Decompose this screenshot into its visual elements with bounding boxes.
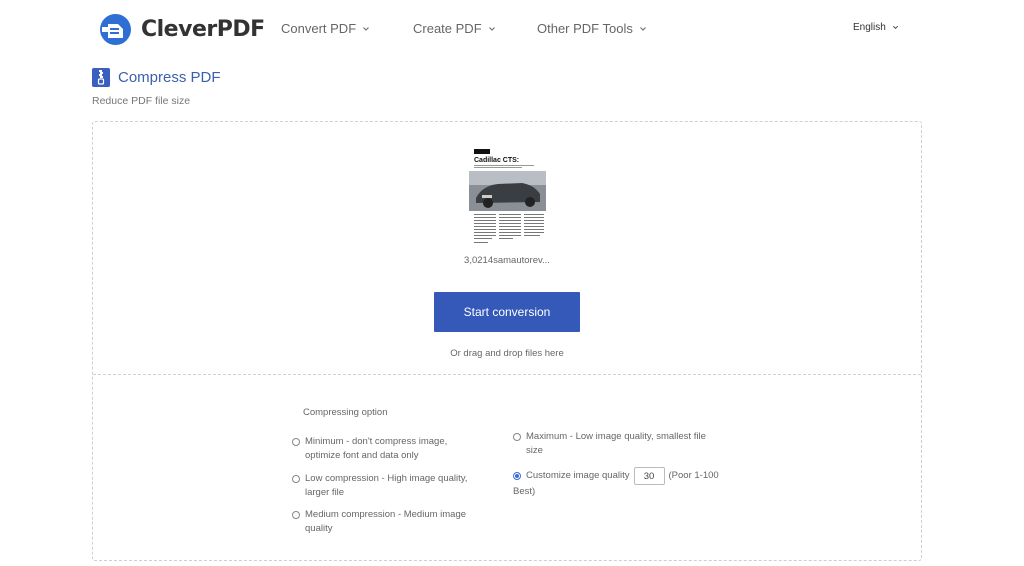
nav-label: Other PDF Tools bbox=[537, 21, 633, 36]
radio-low[interactable] bbox=[292, 475, 300, 483]
option-low[interactable]: Low compression - High image quality, la… bbox=[292, 472, 474, 500]
upload-dropzone[interactable]: Cadillac CTS: 3,0214samautorev... Start … bbox=[92, 121, 922, 561]
chevron-down-icon bbox=[639, 26, 646, 31]
file-name: 3,0214samautorev... bbox=[464, 255, 550, 266]
option-minimum-label: Minimum - don't compress image, optimize… bbox=[305, 436, 448, 461]
compress-zip-icon bbox=[92, 68, 110, 87]
option-low-label: Low compression - High image quality, la… bbox=[305, 473, 468, 498]
option-custom[interactable]: Customize image quality (Poor 1-100 Best… bbox=[513, 467, 738, 499]
nav-create-pdf[interactable]: Create PDF bbox=[413, 21, 496, 36]
start-conversion-button[interactable]: Start conversion bbox=[434, 292, 580, 332]
option-medium-label: Medium compression - Medium image qualit… bbox=[305, 509, 467, 534]
nav-label: Convert PDF bbox=[281, 21, 357, 36]
chevron-down-icon bbox=[363, 26, 370, 31]
option-custom-hint-tail: Best) bbox=[513, 486, 536, 497]
drag-drop-hint: Or drag and drop files here bbox=[450, 348, 564, 359]
thumbnail-heading: Cadillac CTS: bbox=[474, 157, 519, 164]
language-selector[interactable]: English bbox=[853, 22, 899, 33]
site-header: CleverPDF Convert PDF Create PDF Other P… bbox=[0, 0, 1024, 60]
logo[interactable]: CleverPDF bbox=[100, 14, 265, 45]
chevron-down-icon bbox=[488, 26, 495, 31]
nav-label: Create PDF bbox=[413, 21, 482, 36]
radio-medium[interactable] bbox=[292, 511, 300, 519]
language-label: English bbox=[853, 22, 886, 33]
file-thumbnail: Cadillac CTS: bbox=[468, 146, 548, 246]
section-divider bbox=[93, 374, 921, 375]
option-custom-label: Customize image quality bbox=[526, 470, 630, 481]
chevron-down-icon bbox=[892, 25, 898, 30]
pdf-page-preview: Cadillac CTS: bbox=[468, 146, 548, 246]
page-title: Compress PDF bbox=[118, 69, 221, 86]
tool-heading: Compress PDF bbox=[92, 68, 221, 87]
page-subtitle: Reduce PDF file size bbox=[92, 95, 191, 107]
option-maximum[interactable]: Maximum - Low image quality, smallest fi… bbox=[513, 430, 718, 458]
option-maximum-label: Maximum - Low image quality, smallest fi… bbox=[526, 431, 706, 456]
cleverpdf-logo-icon bbox=[100, 14, 131, 45]
nav-convert-pdf[interactable]: Convert PDF bbox=[281, 21, 370, 36]
option-medium[interactable]: Medium compression - Medium image qualit… bbox=[292, 508, 474, 536]
option-minimum[interactable]: Minimum - don't compress image, optimize… bbox=[292, 435, 472, 463]
nav-other-pdf-tools[interactable]: Other PDF Tools bbox=[537, 21, 647, 36]
radio-maximum[interactable] bbox=[513, 433, 521, 441]
compressing-option-title: Compressing option bbox=[303, 407, 388, 418]
logo-text: CleverPDF bbox=[141, 17, 265, 42]
radio-custom[interactable] bbox=[513, 472, 521, 480]
image-quality-input[interactable] bbox=[633, 467, 665, 485]
radio-minimum[interactable] bbox=[292, 438, 300, 446]
option-custom-hint: (Poor 1-100 bbox=[668, 470, 719, 481]
